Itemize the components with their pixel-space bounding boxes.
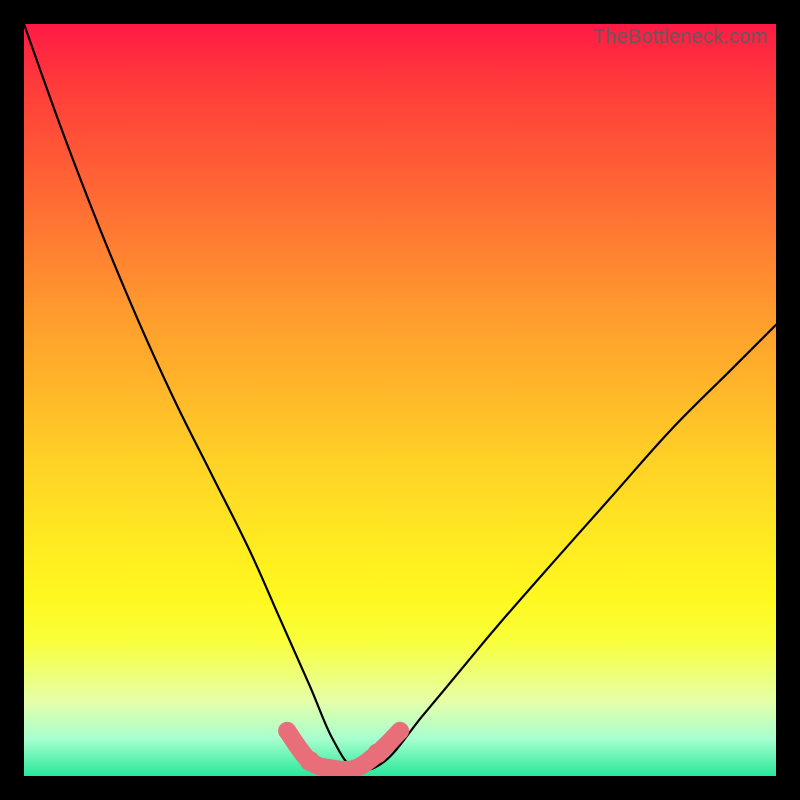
chart-frame: TheBottleneck.com	[24, 24, 776, 776]
watermark-label: TheBottleneck.com	[593, 26, 768, 49]
optimal-zone-dot	[300, 751, 320, 771]
bottleneck-curve-line	[24, 24, 776, 770]
optimal-zone-dot	[391, 722, 409, 740]
optimal-zone-dot	[367, 743, 387, 763]
bottleneck-plot	[24, 24, 776, 776]
optimal-zone-dot	[278, 722, 296, 740]
